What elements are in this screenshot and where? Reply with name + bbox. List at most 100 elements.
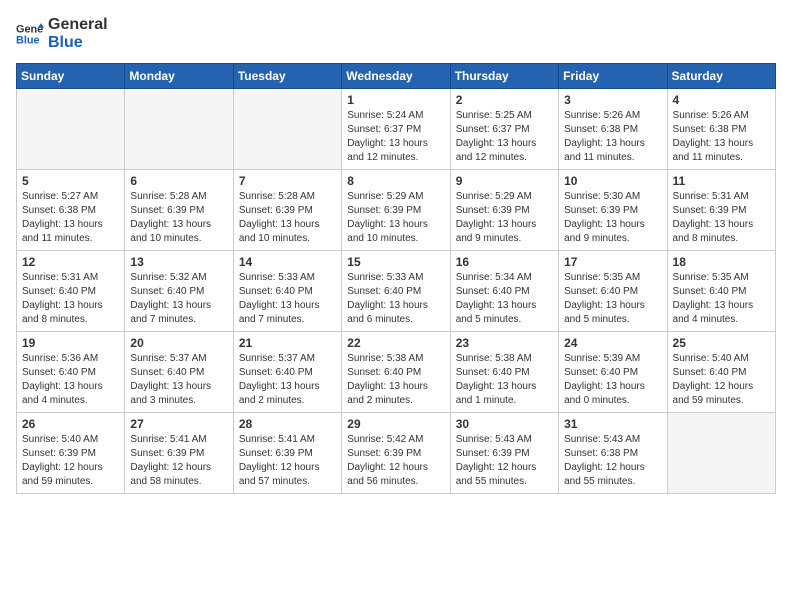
weekday-header-row: SundayMondayTuesdayWednesdayThursdayFrid… <box>17 64 776 89</box>
day-number: 26 <box>22 417 119 431</box>
day-cell-1: 1 Sunrise: 5:24 AMSunset: 6:37 PMDaylight… <box>342 89 450 170</box>
week-row-2: 5 Sunrise: 5:27 AMSunset: 6:38 PMDaylight… <box>17 170 776 251</box>
svg-text:Blue: Blue <box>16 34 40 46</box>
day-number: 22 <box>347 336 444 350</box>
day-info: Sunrise: 5:42 AMSunset: 6:39 PMDaylight:… <box>347 433 444 489</box>
empty-cell <box>17 89 125 170</box>
day-number: 18 <box>673 255 770 269</box>
week-row-1: 1 Sunrise: 5:24 AMSunset: 6:37 PMDaylight… <box>17 89 776 170</box>
day-number: 12 <box>22 255 119 269</box>
day-info: Sunrise: 5:31 AMSunset: 6:40 PMDaylight:… <box>22 271 119 327</box>
day-number: 25 <box>673 336 770 350</box>
day-cell-23: 23Sunrise: 5:38 AMSunset: 6:40 PMDayligh… <box>450 332 558 413</box>
week-row-5: 26 Sunrise: 5:40 AMSunset: 6:39 PMDayligh… <box>17 413 776 494</box>
day-cell-16: 16 Sunrise: 5:34 AMSunset: 6:40 PMDayligh… <box>450 251 558 332</box>
empty-cell <box>667 413 775 494</box>
day-info: Sunrise: 5:30 AMSunset: 6:39 PMDaylight:… <box>564 190 661 246</box>
day-number: 6 <box>130 174 227 188</box>
day-number: 5 <box>22 174 119 188</box>
weekday-header-sunday: Sunday <box>17 64 125 89</box>
day-info: Sunrise: 5:39 AMSunset: 6:40 PMDaylight:… <box>564 352 661 408</box>
day-info: Sunrise: 5:38 AMSunset: 6:40 PMDaylight:… <box>347 352 444 408</box>
day-number: 24 <box>564 336 661 350</box>
day-info: Sunrise: 5:26 AMSunset: 6:38 PMDaylight:… <box>564 109 661 165</box>
day-info: Sunrise: 5:35 AMSunset: 6:40 PMDaylight:… <box>564 271 661 327</box>
day-cell-21: 21Sunrise: 5:37 AMSunset: 6:40 PMDayligh… <box>233 332 341 413</box>
day-info: Sunrise: 5:24 AMSunset: 6:37 PMDaylight:… <box>347 109 444 165</box>
day-info: Sunrise: 5:28 AMSunset: 6:39 PMDaylight:… <box>130 190 227 246</box>
day-cell-5: 5 Sunrise: 5:27 AMSunset: 6:38 PMDaylight… <box>17 170 125 251</box>
day-number: 31 <box>564 417 661 431</box>
day-cell-17: 17 Sunrise: 5:35 AMSunset: 6:40 PMDayligh… <box>559 251 667 332</box>
day-number: 19 <box>22 336 119 350</box>
day-info: Sunrise: 5:33 AMSunset: 6:40 PMDaylight:… <box>347 271 444 327</box>
weekday-header-saturday: Saturday <box>667 64 775 89</box>
day-cell-24: 24 Sunrise: 5:39 AMSunset: 6:40 PMDayligh… <box>559 332 667 413</box>
day-info: Sunrise: 5:35 AMSunset: 6:40 PMDaylight:… <box>673 271 770 327</box>
day-number: 4 <box>673 93 770 107</box>
weekday-header-friday: Friday <box>559 64 667 89</box>
weekday-header-thursday: Thursday <box>450 64 558 89</box>
day-info: Sunrise: 5:25 AMSunset: 6:37 PMDaylight:… <box>456 109 553 165</box>
day-info: Sunrise: 5:27 AMSunset: 6:38 PMDaylight:… <box>22 190 119 246</box>
day-info: Sunrise: 5:40 AMSunset: 6:39 PMDaylight:… <box>22 433 119 489</box>
page-header: General Blue General Blue <box>16 16 776 51</box>
day-info: Sunrise: 5:41 AMSunset: 6:39 PMDaylight:… <box>130 433 227 489</box>
day-cell-27: 27Sunrise: 5:41 AMSunset: 6:39 PMDayligh… <box>125 413 233 494</box>
week-row-3: 12 Sunrise: 5:31 AMSunset: 6:40 PMDayligh… <box>17 251 776 332</box>
day-number: 2 <box>456 93 553 107</box>
weekday-header-tuesday: Tuesday <box>233 64 341 89</box>
day-cell-30: 30 Sunrise: 5:43 AMSunset: 6:39 PMDayligh… <box>450 413 558 494</box>
day-cell-8: 8 Sunrise: 5:29 AMSunset: 6:39 PMDaylight… <box>342 170 450 251</box>
day-number: 28 <box>239 417 336 431</box>
day-number: 15 <box>347 255 444 269</box>
day-info: Sunrise: 5:29 AMSunset: 6:39 PMDaylight:… <box>347 190 444 246</box>
day-cell-22: 22 Sunrise: 5:38 AMSunset: 6:40 PMDayligh… <box>342 332 450 413</box>
day-cell-28: 28 Sunrise: 5:41 AMSunset: 6:39 PMDayligh… <box>233 413 341 494</box>
day-cell-14: 14 Sunrise: 5:33 AMSunset: 6:40 PMDayligh… <box>233 251 341 332</box>
day-cell-20: 20 Sunrise: 5:37 AMSunset: 6:40 PMDayligh… <box>125 332 233 413</box>
day-cell-13: 13Sunrise: 5:32 AMSunset: 6:40 PMDayligh… <box>125 251 233 332</box>
day-number: 8 <box>347 174 444 188</box>
day-info: Sunrise: 5:41 AMSunset: 6:39 PMDaylight:… <box>239 433 336 489</box>
day-info: Sunrise: 5:43 AMSunset: 6:39 PMDaylight:… <box>456 433 553 489</box>
day-info: Sunrise: 5:26 AMSunset: 6:38 PMDaylight:… <box>673 109 770 165</box>
day-number: 14 <box>239 255 336 269</box>
day-cell-15: 15 Sunrise: 5:33 AMSunset: 6:40 PMDayligh… <box>342 251 450 332</box>
day-info: Sunrise: 5:33 AMSunset: 6:40 PMDaylight:… <box>239 271 336 327</box>
weekday-header-wednesday: Wednesday <box>342 64 450 89</box>
day-number: 20 <box>130 336 227 350</box>
day-number: 30 <box>456 417 553 431</box>
day-info: Sunrise: 5:37 AMSunset: 6:40 PMDaylight:… <box>130 352 227 408</box>
day-number: 16 <box>456 255 553 269</box>
day-info: Sunrise: 5:37 AMSunset: 6:40 PMDaylight:… <box>239 352 336 408</box>
day-cell-9: 9Sunrise: 5:29 AMSunset: 6:39 PMDaylight… <box>450 170 558 251</box>
day-cell-10: 10Sunrise: 5:30 AMSunset: 6:39 PMDayligh… <box>559 170 667 251</box>
day-cell-11: 11Sunrise: 5:31 AMSunset: 6:39 PMDayligh… <box>667 170 775 251</box>
day-info: Sunrise: 5:40 AMSunset: 6:40 PMDaylight:… <box>673 352 770 408</box>
logo-icon: General Blue <box>16 20 44 48</box>
day-number: 29 <box>347 417 444 431</box>
day-cell-3: 3 Sunrise: 5:26 AMSunset: 6:38 PMDaylight… <box>559 89 667 170</box>
weekday-header-monday: Monday <box>125 64 233 89</box>
day-cell-25: 25 Sunrise: 5:40 AMSunset: 6:40 PMDayligh… <box>667 332 775 413</box>
day-cell-2: 2 Sunrise: 5:25 AMSunset: 6:37 PMDaylight… <box>450 89 558 170</box>
day-number: 7 <box>239 174 336 188</box>
day-cell-29: 29 Sunrise: 5:42 AMSunset: 6:39 PMDayligh… <box>342 413 450 494</box>
day-number: 1 <box>347 93 444 107</box>
day-number: 3 <box>564 93 661 107</box>
day-info: Sunrise: 5:34 AMSunset: 6:40 PMDaylight:… <box>456 271 553 327</box>
calendar-table: SundayMondayTuesdayWednesdayThursdayFrid… <box>16 63 776 494</box>
logo: General Blue General Blue <box>16 16 108 51</box>
day-cell-7: 7 Sunrise: 5:28 AMSunset: 6:39 PMDaylight… <box>233 170 341 251</box>
day-cell-31: 31 Sunrise: 5:43 AMSunset: 6:38 PMDayligh… <box>559 413 667 494</box>
day-cell-26: 26 Sunrise: 5:40 AMSunset: 6:39 PMDayligh… <box>17 413 125 494</box>
day-cell-19: 19Sunrise: 5:36 AMSunset: 6:40 PMDayligh… <box>17 332 125 413</box>
day-number: 17 <box>564 255 661 269</box>
day-number: 9 <box>456 174 553 188</box>
day-cell-12: 12 Sunrise: 5:31 AMSunset: 6:40 PMDayligh… <box>17 251 125 332</box>
day-info: Sunrise: 5:28 AMSunset: 6:39 PMDaylight:… <box>239 190 336 246</box>
empty-cell <box>125 89 233 170</box>
day-info: Sunrise: 5:43 AMSunset: 6:38 PMDaylight:… <box>564 433 661 489</box>
empty-cell <box>233 89 341 170</box>
